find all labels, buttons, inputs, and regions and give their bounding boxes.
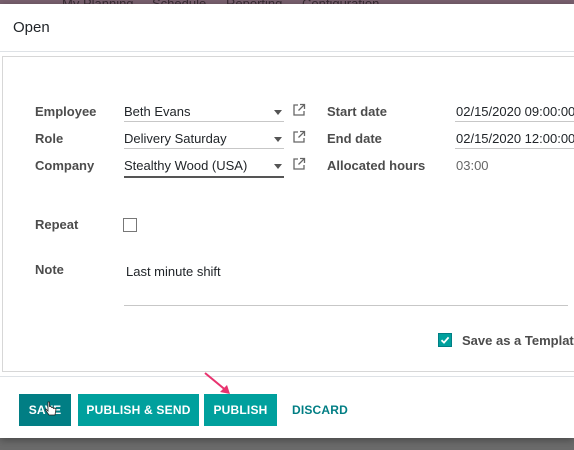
end-date-input[interactable]: 02/15/2020 12:00:00	[455, 129, 574, 149]
discard-button[interactable]: DISCARD	[285, 394, 355, 426]
employee-value: Beth Evans	[124, 104, 191, 119]
start-date-label: Start date	[327, 104, 387, 119]
employee-label: Employee	[35, 104, 97, 119]
company-label: Company	[35, 158, 95, 173]
start-date-input[interactable]: 02/15/2020 09:00:00	[455, 102, 574, 122]
repeat-checkbox[interactable]	[123, 218, 137, 232]
checkmark-icon	[440, 336, 450, 344]
save-as-template-checkbox[interactable]	[438, 333, 452, 347]
note-label: Note	[35, 262, 64, 277]
annotation-arrow-icon	[204, 372, 230, 394]
field-underline	[124, 148, 284, 149]
field-underline	[124, 121, 284, 122]
role-field[interactable]: Delivery Saturday	[124, 129, 284, 149]
end-date-label: End date	[327, 131, 382, 146]
dialog-body: Employee Beth Evans Role Delivery Saturd…	[0, 52, 574, 376]
allocated-hours-value: 03:00	[456, 158, 489, 173]
role-label: Role	[35, 131, 64, 146]
dialog-header: Open	[0, 4, 574, 52]
dialog-title: Open	[13, 19, 50, 36]
external-link-icon[interactable]	[292, 130, 306, 144]
publish-button[interactable]: PUBLISH	[204, 394, 277, 426]
dialog-footer: SAVE PUBLISH & SEND PUBLISH DISCARD	[0, 376, 574, 438]
save-as-template-label: Save as a Template	[462, 333, 574, 348]
role-value: Delivery Saturday	[124, 131, 227, 146]
note-value: Last minute shift	[126, 264, 221, 279]
field-underline-focused	[124, 176, 284, 178]
employee-field[interactable]: Beth Evans	[124, 102, 284, 122]
repeat-label: Repeat	[35, 217, 79, 232]
background-bottom	[0, 438, 574, 450]
dropdown-caret-icon[interactable]	[274, 164, 282, 169]
external-link-icon[interactable]	[292, 157, 306, 171]
dropdown-caret-icon[interactable]	[274, 110, 282, 115]
company-field[interactable]: Stealthy Wood (USA)	[124, 156, 284, 178]
allocated-hours-label: Allocated hours	[327, 158, 426, 173]
external-link-icon[interactable]	[292, 103, 306, 117]
dropdown-caret-icon[interactable]	[274, 137, 282, 142]
start-date-value: 02/15/2020 09:00:00	[456, 104, 574, 119]
form-sheet: Employee Beth Evans Role Delivery Saturd…	[2, 56, 574, 372]
company-value: Stealthy Wood (USA)	[124, 158, 248, 173]
publish-send-button[interactable]: PUBLISH & SEND	[78, 394, 199, 426]
note-field-underline[interactable]	[124, 305, 568, 306]
cursor-icon	[45, 401, 57, 416]
open-dialog: Open Employee Beth Evans Role Delivery S…	[0, 4, 574, 438]
end-date-value: 02/15/2020 12:00:00	[456, 131, 574, 146]
